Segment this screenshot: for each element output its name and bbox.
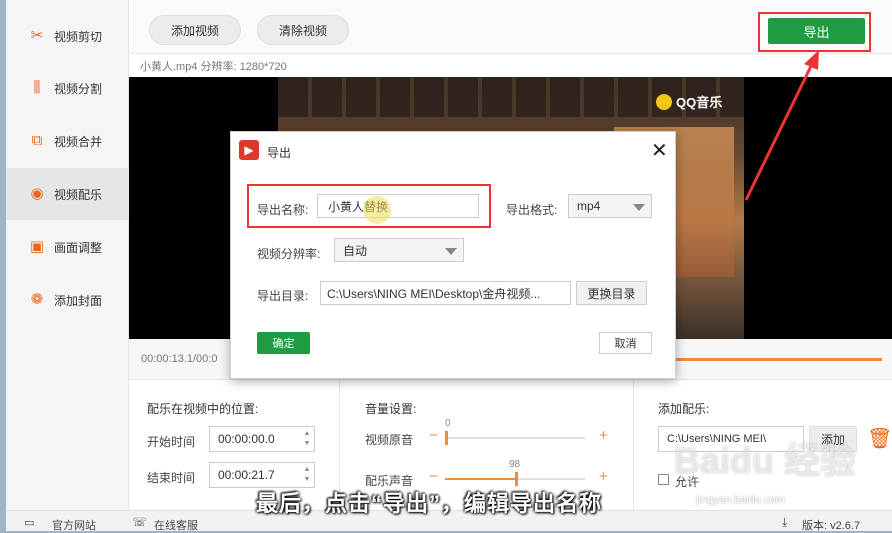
minus-icon[interactable]: −	[429, 468, 438, 485]
sidebar-item-music[interactable]: ◉ 视频配乐	[6, 168, 129, 220]
end-time-label: 结束时间	[147, 471, 196, 485]
export-name-input[interactable]: 小黄人替换	[317, 194, 479, 218]
plus-icon[interactable]: +	[599, 468, 608, 485]
sidebar-item-label: 视频分割	[54, 81, 103, 96]
export-format-value: mp4	[577, 199, 601, 213]
music-disc-icon: ◉	[30, 185, 44, 202]
original-audio-value: 0	[445, 418, 451, 429]
slider-knob[interactable]	[515, 472, 518, 486]
cover-icon: ❁	[30, 291, 44, 308]
dialog-title: 导出	[267, 146, 292, 160]
qq-music-watermark: QQ音乐	[656, 92, 722, 111]
merge-icon: ⧉	[31, 132, 43, 149]
loop-checkbox[interactable]	[658, 474, 669, 485]
timeline-track[interactable]	[674, 358, 882, 361]
chevron-down-icon	[445, 248, 457, 255]
sidebar-item-label: 画面调整	[54, 240, 103, 255]
export-dialog: ▶ 导出 ✕ 导出名称: 小黄人替换 导出格式: mp4 视频分辨率: 自动 导…	[230, 131, 676, 379]
slider-knob[interactable]	[445, 431, 448, 445]
sidebar-item-cut[interactable]: ✂ 视频剪切	[6, 10, 129, 62]
change-dir-button[interactable]: 更换目录	[576, 281, 647, 305]
clear-video-button[interactable]: 清除视频	[257, 15, 349, 45]
sidebar-item-label: 视频剪切	[54, 29, 103, 44]
start-time-value: 00:00:00.0	[218, 432, 275, 446]
end-time-input[interactable]: 00:00:21.7 ▲ ▼	[209, 462, 315, 488]
minus-icon[interactable]: −	[429, 427, 438, 444]
start-time-input[interactable]: 00:00:00.0 ▲ ▼	[209, 426, 315, 452]
export-button[interactable]: 导出	[768, 18, 865, 44]
export-dir-label: 导出目录:	[257, 289, 309, 303]
tutorial-caption: 最后，点击“导出”，编辑导出名称	[256, 491, 603, 516]
sidebar-item-merge[interactable]: ⧉ 视频合并	[6, 115, 129, 167]
position-section-title: 配乐在视频中的位置:	[147, 402, 259, 416]
mouse-cursor-highlight	[363, 196, 391, 224]
image-adjust-icon: ▣	[29, 238, 45, 255]
resolution-value: 自动	[343, 243, 368, 258]
spinner-arrows-icon[interactable]: ▲ ▼	[302, 429, 312, 449]
export-format-label: 导出格式:	[506, 203, 558, 217]
slider-fill	[445, 478, 515, 480]
plus-icon[interactable]: +	[599, 427, 608, 444]
qq-music-label: QQ音乐	[676, 95, 723, 110]
close-icon[interactable]: ✕	[651, 138, 668, 163]
trash-icon[interactable]: 🗑	[867, 426, 892, 451]
add-video-button[interactable]: 添加视频	[149, 15, 241, 45]
sidebar: ✂ 视频剪切 ⫼ 视频分割 ⧉ 视频合并 ◉ 视频配乐 ▣ 画面调整 ❁ 添加封…	[6, 0, 129, 510]
qq-music-icon	[656, 93, 672, 110]
app-window: ✂ 视频剪切 ⫼ 视频分割 ⧉ 视频合并 ◉ 视频配乐 ▣ 画面调整 ❁ 添加封…	[6, 0, 892, 532]
resolution-label: 视频分辨率:	[257, 247, 321, 261]
original-audio-slider[interactable]	[445, 431, 585, 445]
original-audio-label: 视频原音	[365, 433, 414, 447]
baidu-watermark: Baidu 经验	[674, 440, 857, 481]
resolution-select[interactable]: 自动	[334, 238, 464, 262]
app-logo-icon: ▶	[239, 140, 259, 160]
sidebar-item-split[interactable]: ⫼ 视频分割	[6, 62, 129, 114]
volume-section-title: 音量设置:	[365, 402, 417, 416]
export-name-label: 导出名称:	[257, 203, 309, 217]
sidebar-item-label: 视频合并	[54, 134, 103, 149]
music-volume-slider[interactable]	[445, 472, 585, 486]
split-icon: ⫼	[33, 79, 41, 96]
cancel-button[interactable]: 取消	[599, 332, 652, 354]
sidebar-item-label: 添加封面	[54, 293, 103, 308]
spinner-arrows-icon[interactable]: ▲ ▼	[302, 465, 312, 485]
export-dir-input[interactable]: C:\Users\NING MEI\Desktop\金舟视频...	[320, 281, 571, 305]
sidebar-item-cover[interactable]: ❁ 添加封面	[6, 274, 129, 326]
confirm-button[interactable]: 确定	[257, 332, 310, 354]
music-volume-value: 98	[509, 459, 521, 470]
baidu-watermark-url: jingyan.baidu.com	[696, 494, 785, 506]
playback-time: 00:00:13.1/00:0	[141, 353, 218, 365]
file-info: 小黄人.mp4 分辨率: 1280*720	[140, 61, 287, 73]
sidebar-item-adjust[interactable]: ▣ 画面调整	[6, 221, 129, 273]
start-time-label: 开始时间	[147, 435, 196, 449]
export-format-select[interactable]: mp4	[568, 194, 652, 218]
end-time-value: 00:00:21.7	[218, 468, 275, 482]
sidebar-item-label: 视频配乐	[54, 187, 103, 202]
add-music-section-title: 添加配乐:	[658, 402, 710, 416]
panel-divider	[633, 380, 634, 511]
chevron-down-icon	[633, 204, 645, 211]
website-icon: ▭	[24, 517, 35, 529]
download-icon: ⤓	[782, 515, 788, 529]
scissors-icon: ✂	[30, 27, 44, 44]
support-icon: ☏	[132, 515, 148, 529]
